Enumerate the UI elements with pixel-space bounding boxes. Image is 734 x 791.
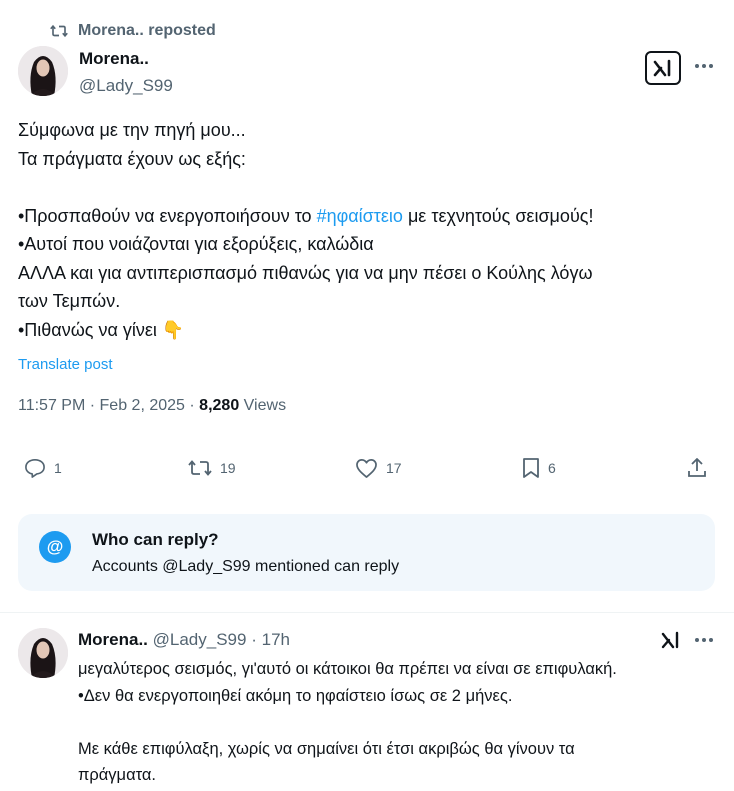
reply-author-name[interactable]: Morena..: [78, 630, 148, 649]
avatar[interactable]: [18, 46, 68, 96]
reply-grok-button[interactable]: [658, 628, 684, 652]
like-button[interactable]: 17: [355, 458, 402, 478]
post-line: •Πιθανώς να γίνει 👇: [18, 316, 718, 345]
post-time[interactable]: 11:57 PM: [18, 397, 85, 414]
translate-post-link[interactable]: Translate post: [18, 356, 113, 373]
reply-line: πράγματα.: [78, 766, 157, 784]
repost-header: Morena.. reposted: [50, 22, 216, 40]
post-text: Σύμφωνα με την πηγή μου... Τα πράγματα έχ…: [18, 116, 718, 344]
author-name[interactable]: Morena..: [79, 49, 149, 69]
views-label: Views: [243, 397, 287, 414]
reply-line: •Δεν θα ενεργοποιηθεί ακόμη το ηφαίστειο…: [78, 686, 513, 705]
who-can-reply-box: @ Who can reply? Accounts @Lady_S99 ment…: [18, 514, 715, 591]
post-text-segment: με τεχνητούς σεισμούς!: [402, 205, 594, 226]
views-count: 8,280: [199, 397, 240, 414]
post-line: ΑΛΛΑ και για αντιπερισπασμό πιθανώς για …: [18, 262, 593, 283]
post-line: των Τεμπών.: [18, 291, 121, 311]
reply-text: μεγαλύτερος σεισμός, γι'αυτό οι κάτοικοι…: [78, 656, 718, 789]
like-icon: [356, 459, 377, 478]
author-handle[interactable]: @Lady_S99: [79, 76, 173, 96]
avatar-image: [18, 46, 68, 96]
reply-line: μεγαλύτερος σεισμός, γι'αυτό οι κάτοικοι…: [78, 660, 617, 678]
reply-icon: [25, 459, 45, 478]
who-can-reply-subtitle: Accounts @Lady_S99 mentioned can reply: [92, 558, 400, 575]
reply-time[interactable]: 17h: [262, 630, 290, 649]
reply-more-button[interactable]: [692, 630, 716, 650]
bookmark-count: 6: [548, 460, 556, 476]
post-date[interactable]: Feb 2, 2025: [100, 397, 185, 414]
reply-avatar[interactable]: [18, 628, 68, 678]
post-line: Σύμφωνα με την πηγή μου...: [18, 120, 246, 140]
post-text-segment: •Πιθανώς να γίνει: [18, 319, 162, 340]
more-icon: [695, 64, 713, 68]
bookmark-icon: [523, 458, 539, 478]
repost-count: 19: [220, 460, 236, 476]
reply-line: Με κάθε επιφύλαξη, χωρίς να σημαίνει ότι…: [78, 739, 575, 758]
repost-icon: [188, 460, 212, 476]
reply-button[interactable]: 1: [24, 458, 62, 478]
reply-author-handle[interactable]: @Lady_S99: [153, 630, 247, 649]
grok-button[interactable]: [645, 51, 681, 85]
repost-label: Morena.. reposted: [78, 22, 216, 39]
grok-icon: [661, 631, 679, 649]
share-icon: [688, 458, 706, 477]
action-bar: 1 19 17 6: [0, 452, 734, 486]
more-button[interactable]: [692, 56, 716, 76]
more-icon: [695, 638, 713, 642]
post-meta: 11:57 PM · Feb 2, 2025 · 8,280 Views: [18, 397, 287, 414]
post-line: Τα πράγματα έχουν ως εξής:: [18, 148, 246, 169]
hashtag-link[interactable]: #ηφαίστειο: [317, 206, 403, 226]
post-line: •Προσπαθούν να ενεργοποιήσουν το #ηφαίστ…: [18, 202, 718, 231]
repost-icon: [50, 24, 68, 38]
reply-count: 1: [54, 460, 62, 476]
pointing-down-emoji: 👇: [161, 319, 185, 340]
post-line: •Αυτοί που νοιάζονται για εξορύξεις, καλ…: [18, 234, 374, 254]
who-can-reply-title: Who can reply?: [92, 530, 219, 549]
mention-icon: @: [39, 531, 71, 563]
post-text-segment: •Προσπαθούν να ενεργοποιήσουν το: [18, 205, 317, 226]
reply-header: Morena.. @Lady_S99 · 17h: [78, 630, 290, 649]
repost-button[interactable]: 19: [188, 458, 236, 478]
avatar-image: [18, 628, 68, 678]
grok-icon: [653, 59, 671, 77]
like-count: 17: [386, 460, 402, 476]
divider: [0, 612, 734, 613]
share-button[interactable]: [686, 457, 708, 479]
bookmark-button[interactable]: 6: [522, 457, 556, 479]
